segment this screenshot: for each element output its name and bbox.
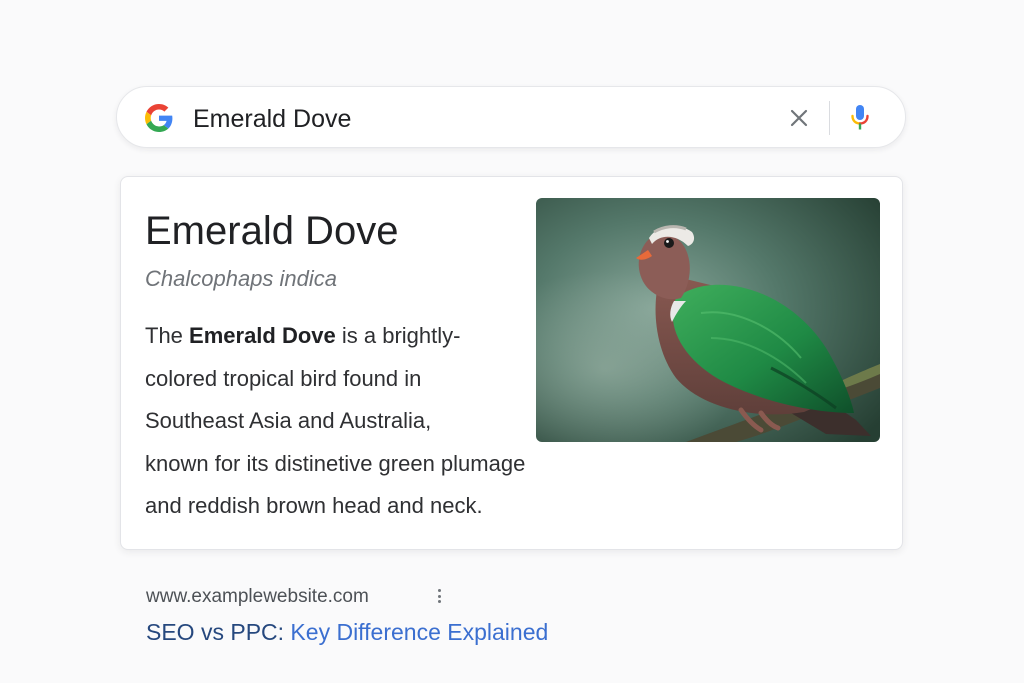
description-line: Southeast Asia and Australia, <box>145 408 432 433</box>
kebab-dot <box>437 589 441 592</box>
search-bar-divider <box>829 101 830 135</box>
knowledge-panel-title: Emerald Dove <box>145 209 399 253</box>
scientific-name: Chalcophaps indica <box>145 266 338 291</box>
result-title-primary: SEO vs PPC: <box>146 619 285 645</box>
search-bar[interactable]: Emerald Dove <box>116 86 906 148</box>
kebab-dot <box>437 594 441 598</box>
description-line: and reddish brown head and neck. <box>145 493 483 518</box>
description-line: The Emerald Dove is a brightly- <box>145 315 585 358</box>
more-vert-icon[interactable] <box>432 586 446 606</box>
knowledge-panel-description: The Emerald Dove is a brightly- colored … <box>145 315 585 528</box>
voice-search-button[interactable] <box>846 103 874 133</box>
description-line: colored tropical bird found in <box>145 365 422 391</box>
result-url[interactable]: www.examplewebsite.com <box>146 585 369 609</box>
kebab-dot <box>437 600 441 603</box>
result-title-secondary: Key Difference Explained <box>284 619 549 645</box>
description-bold-term: Emerald Dove <box>189 323 336 348</box>
google-g-icon <box>145 104 173 132</box>
search-input[interactable]: Emerald Dove <box>193 104 351 134</box>
description-text: The <box>145 323 190 348</box>
clear-search-button[interactable] <box>785 104 813 132</box>
emerald-dove-photo[interactable] <box>536 198 880 442</box>
knowledge-panel: Emerald Dove Chalcophaps indica The Emer… <box>120 176 903 550</box>
result-title-link[interactable]: SEO vs PPC: Key Difference Explained <box>146 617 548 647</box>
close-icon <box>789 108 809 128</box>
description-line: known for its distinetive green plumage <box>145 450 526 476</box>
description-text: is a brightly- <box>335 323 461 348</box>
microphone-icon <box>850 104 870 132</box>
